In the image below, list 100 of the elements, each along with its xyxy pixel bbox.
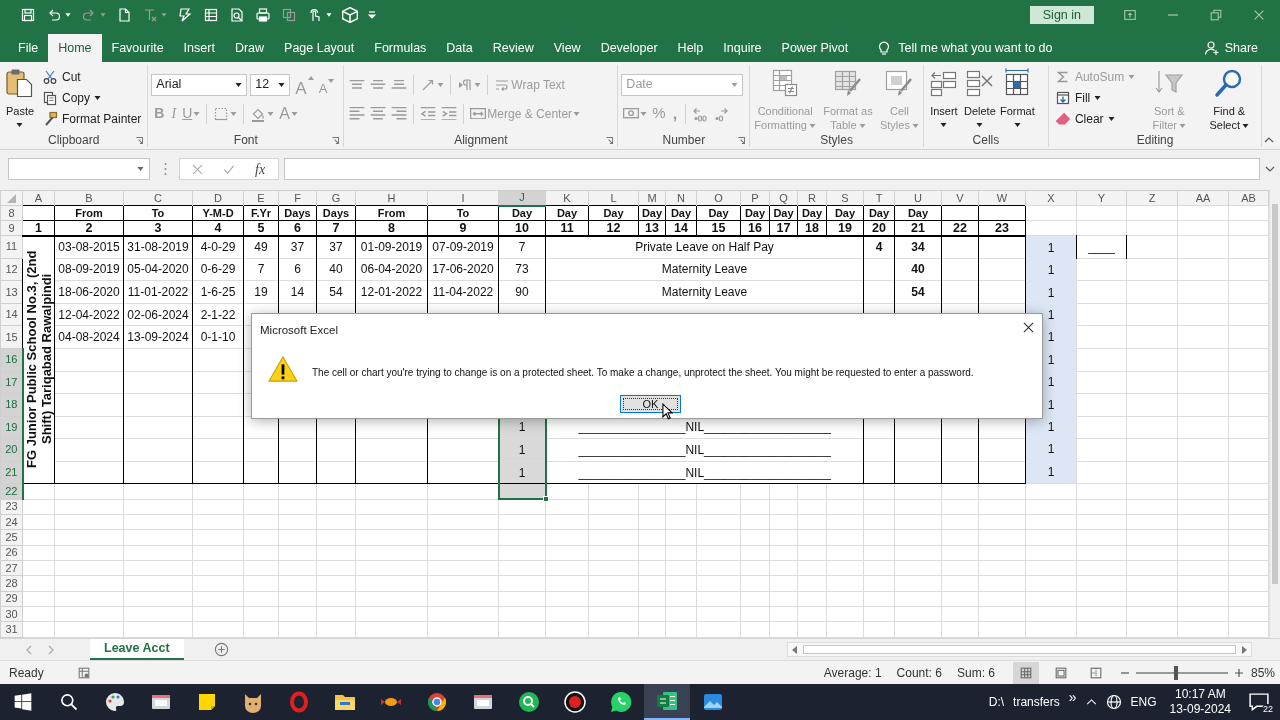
sheet-cell[interactable]: 10 — [498, 220, 546, 236]
zoom-level[interactable]: 85% — [1250, 663, 1275, 682]
column-header[interactable]: H — [355, 190, 428, 206]
caret-up-icon[interactable] — [1085, 699, 1097, 705]
sheet-cell[interactable]: ________________NIL___________________ — [545, 438, 864, 462]
column-header[interactable]: D — [192, 190, 244, 206]
sheet-cell[interactable]: 2 — [54, 220, 124, 236]
sheet-cell[interactable]: Maternity Leave — [545, 258, 864, 281]
previous-sheet-icon[interactable] — [26, 644, 32, 655]
font-size-field[interactable]: 12 — [250, 73, 291, 96]
row-header[interactable]: 20 — [0, 438, 23, 462]
sheet-cell[interactable]: ____ — [1076, 235, 1127, 259]
format-painter-button[interactable]: Format Painter — [39, 108, 145, 129]
font-name-field[interactable]: Arial — [151, 73, 248, 96]
sheet-cell[interactable]: Day — [665, 205, 697, 221]
insert-cells-button[interactable]: Insert — [926, 65, 961, 131]
sheet-cell[interactable]: 1 — [1047, 241, 1055, 254]
column-header[interactable]: F — [278, 190, 317, 206]
minimize-icon[interactable] — [1166, 14, 1179, 16]
ribbon-tab[interactable]: Formulas — [364, 34, 437, 62]
ribbon-tab[interactable]: Help — [667, 34, 714, 62]
dialog-launcher-icon[interactable] — [136, 136, 144, 144]
restore-icon[interactable] — [1208, 8, 1223, 22]
column-header[interactable]: J — [498, 190, 546, 206]
clock-date[interactable]: 13-09-2024 — [1169, 702, 1231, 717]
sheet-cell[interactable]: 0-6-29 — [192, 258, 244, 281]
sheet-cell[interactable]: Y-M-D — [192, 205, 244, 221]
zoom-in-icon[interactable] — [1234, 668, 1243, 677]
zoom-out-icon[interactable] — [1120, 671, 1129, 674]
sheet-cell[interactable]: Day — [545, 205, 589, 221]
ribbon-tab[interactable]: Draw — [224, 34, 275, 62]
column-header[interactable]: T — [863, 190, 895, 206]
row-header[interactable]: 15 — [0, 325, 23, 349]
cancel-icon[interactable] — [192, 163, 203, 175]
toolbar-text[interactable]: transfers — [1013, 693, 1060, 711]
row-header[interactable]: 11 — [0, 235, 23, 259]
column-header[interactable]: M — [638, 190, 666, 206]
ribbon-tab[interactable]: Favourite — [101, 34, 174, 62]
ribbon-tab[interactable]: Home — [48, 34, 102, 62]
ribbon-tab[interactable]: Page Layout — [274, 34, 365, 62]
toolbar-text[interactable]: D:\ — [988, 693, 1005, 711]
normal-view-button[interactable] — [1012, 661, 1039, 684]
ribbon-tab[interactable]: Developer — [590, 34, 668, 62]
sheet-cell[interactable]: 7 — [316, 220, 356, 236]
zoom-slider-thumb[interactable] — [1173, 665, 1178, 680]
sheet-cell[interactable]: 1 — [1047, 465, 1055, 478]
sheet-cell[interactable]: 1 — [1047, 398, 1055, 411]
column-header[interactable]: L — [588, 190, 639, 206]
sheet-cell[interactable]: 22 — [941, 220, 979, 236]
sheet-cell[interactable]: 1 — [1047, 286, 1055, 299]
sheet-cell[interactable]: 9 — [427, 220, 499, 236]
sheet-cell[interactable]: 8 — [355, 220, 428, 236]
sheet-cell[interactable]: 13 — [638, 220, 666, 236]
clock-time[interactable]: 10:17 AM — [1169, 687, 1231, 702]
ribbon-tab[interactable]: Review — [482, 34, 544, 62]
sheet-cell[interactable]: 05-04-2020 — [123, 258, 193, 281]
sheet-cell[interactable]: 54 — [894, 280, 942, 304]
sheet-cell[interactable]: From — [54, 205, 124, 221]
sheet-cell[interactable]: 40 — [894, 258, 942, 281]
formula-input[interactable] — [284, 158, 1260, 180]
sheet-cell[interactable]: Private Leave on Half Pay — [545, 235, 864, 259]
dialog-launcher-icon[interactable] — [738, 136, 746, 144]
sheet-cell[interactable]: F.Yr — [243, 205, 279, 221]
share-button[interactable]: Share — [1197, 34, 1264, 62]
sheet-cell[interactable]: 1 — [1047, 264, 1055, 277]
sheet-cell[interactable]: 1 — [1047, 308, 1055, 321]
sheet-cell[interactable]: 14 — [665, 220, 697, 236]
sheet-cell[interactable]: Days — [278, 205, 317, 221]
enter-icon[interactable] — [223, 163, 235, 175]
row-header[interactable]: 14 — [0, 303, 23, 326]
find-select-button[interactable]: Find & Select — [1200, 65, 1259, 131]
sheet-cell[interactable]: 20 — [863, 220, 895, 236]
sheet-cell[interactable]: 6 — [278, 220, 317, 236]
row-header[interactable]: 19 — [0, 416, 23, 439]
sheet-cell[interactable]: 11-01-2022 — [123, 280, 193, 304]
next-sheet-icon[interactable] — [48, 644, 54, 655]
sheet-cell[interactable]: 90 — [498, 280, 546, 304]
sheet-cell[interactable]: 02-06-2024 — [123, 303, 193, 326]
sheet-cell[interactable]: 16 — [740, 220, 770, 236]
row-header[interactable]: 21 — [0, 461, 23, 484]
sheet-cell[interactable]: Maternity Leave — [545, 280, 864, 304]
sheet-cell[interactable]: 40 — [316, 258, 356, 281]
sheet-cell[interactable]: 12 — [588, 220, 639, 236]
delete-cells-button[interactable]: Delete — [962, 65, 997, 131]
dialog-launcher-icon[interactable] — [606, 136, 614, 144]
sheet-cell[interactable]: 17-06-2020 — [427, 258, 499, 281]
column-header[interactable]: W — [978, 190, 1026, 206]
horizontal-scrollbar[interactable] — [787, 642, 1252, 657]
sheet-tab[interactable]: Leave Acct — [90, 639, 184, 660]
sheet-cell[interactable]: 31-08-2019 — [123, 235, 193, 259]
column-header[interactable]: N — [665, 190, 697, 206]
sheet-cell[interactable]: Day — [769, 205, 798, 221]
search-icon[interactable] — [59, 692, 79, 712]
sheet-cell[interactable]: ________________NIL___________________ — [545, 461, 864, 484]
sheet-cell[interactable]: Day — [863, 205, 895, 221]
column-header[interactable]: S — [826, 190, 864, 206]
column-header[interactable]: V — [941, 190, 979, 206]
column-header[interactable]: P — [740, 190, 770, 206]
row-header[interactable]: 12 — [0, 258, 23, 281]
column-header[interactable]: Z — [1126, 190, 1178, 206]
